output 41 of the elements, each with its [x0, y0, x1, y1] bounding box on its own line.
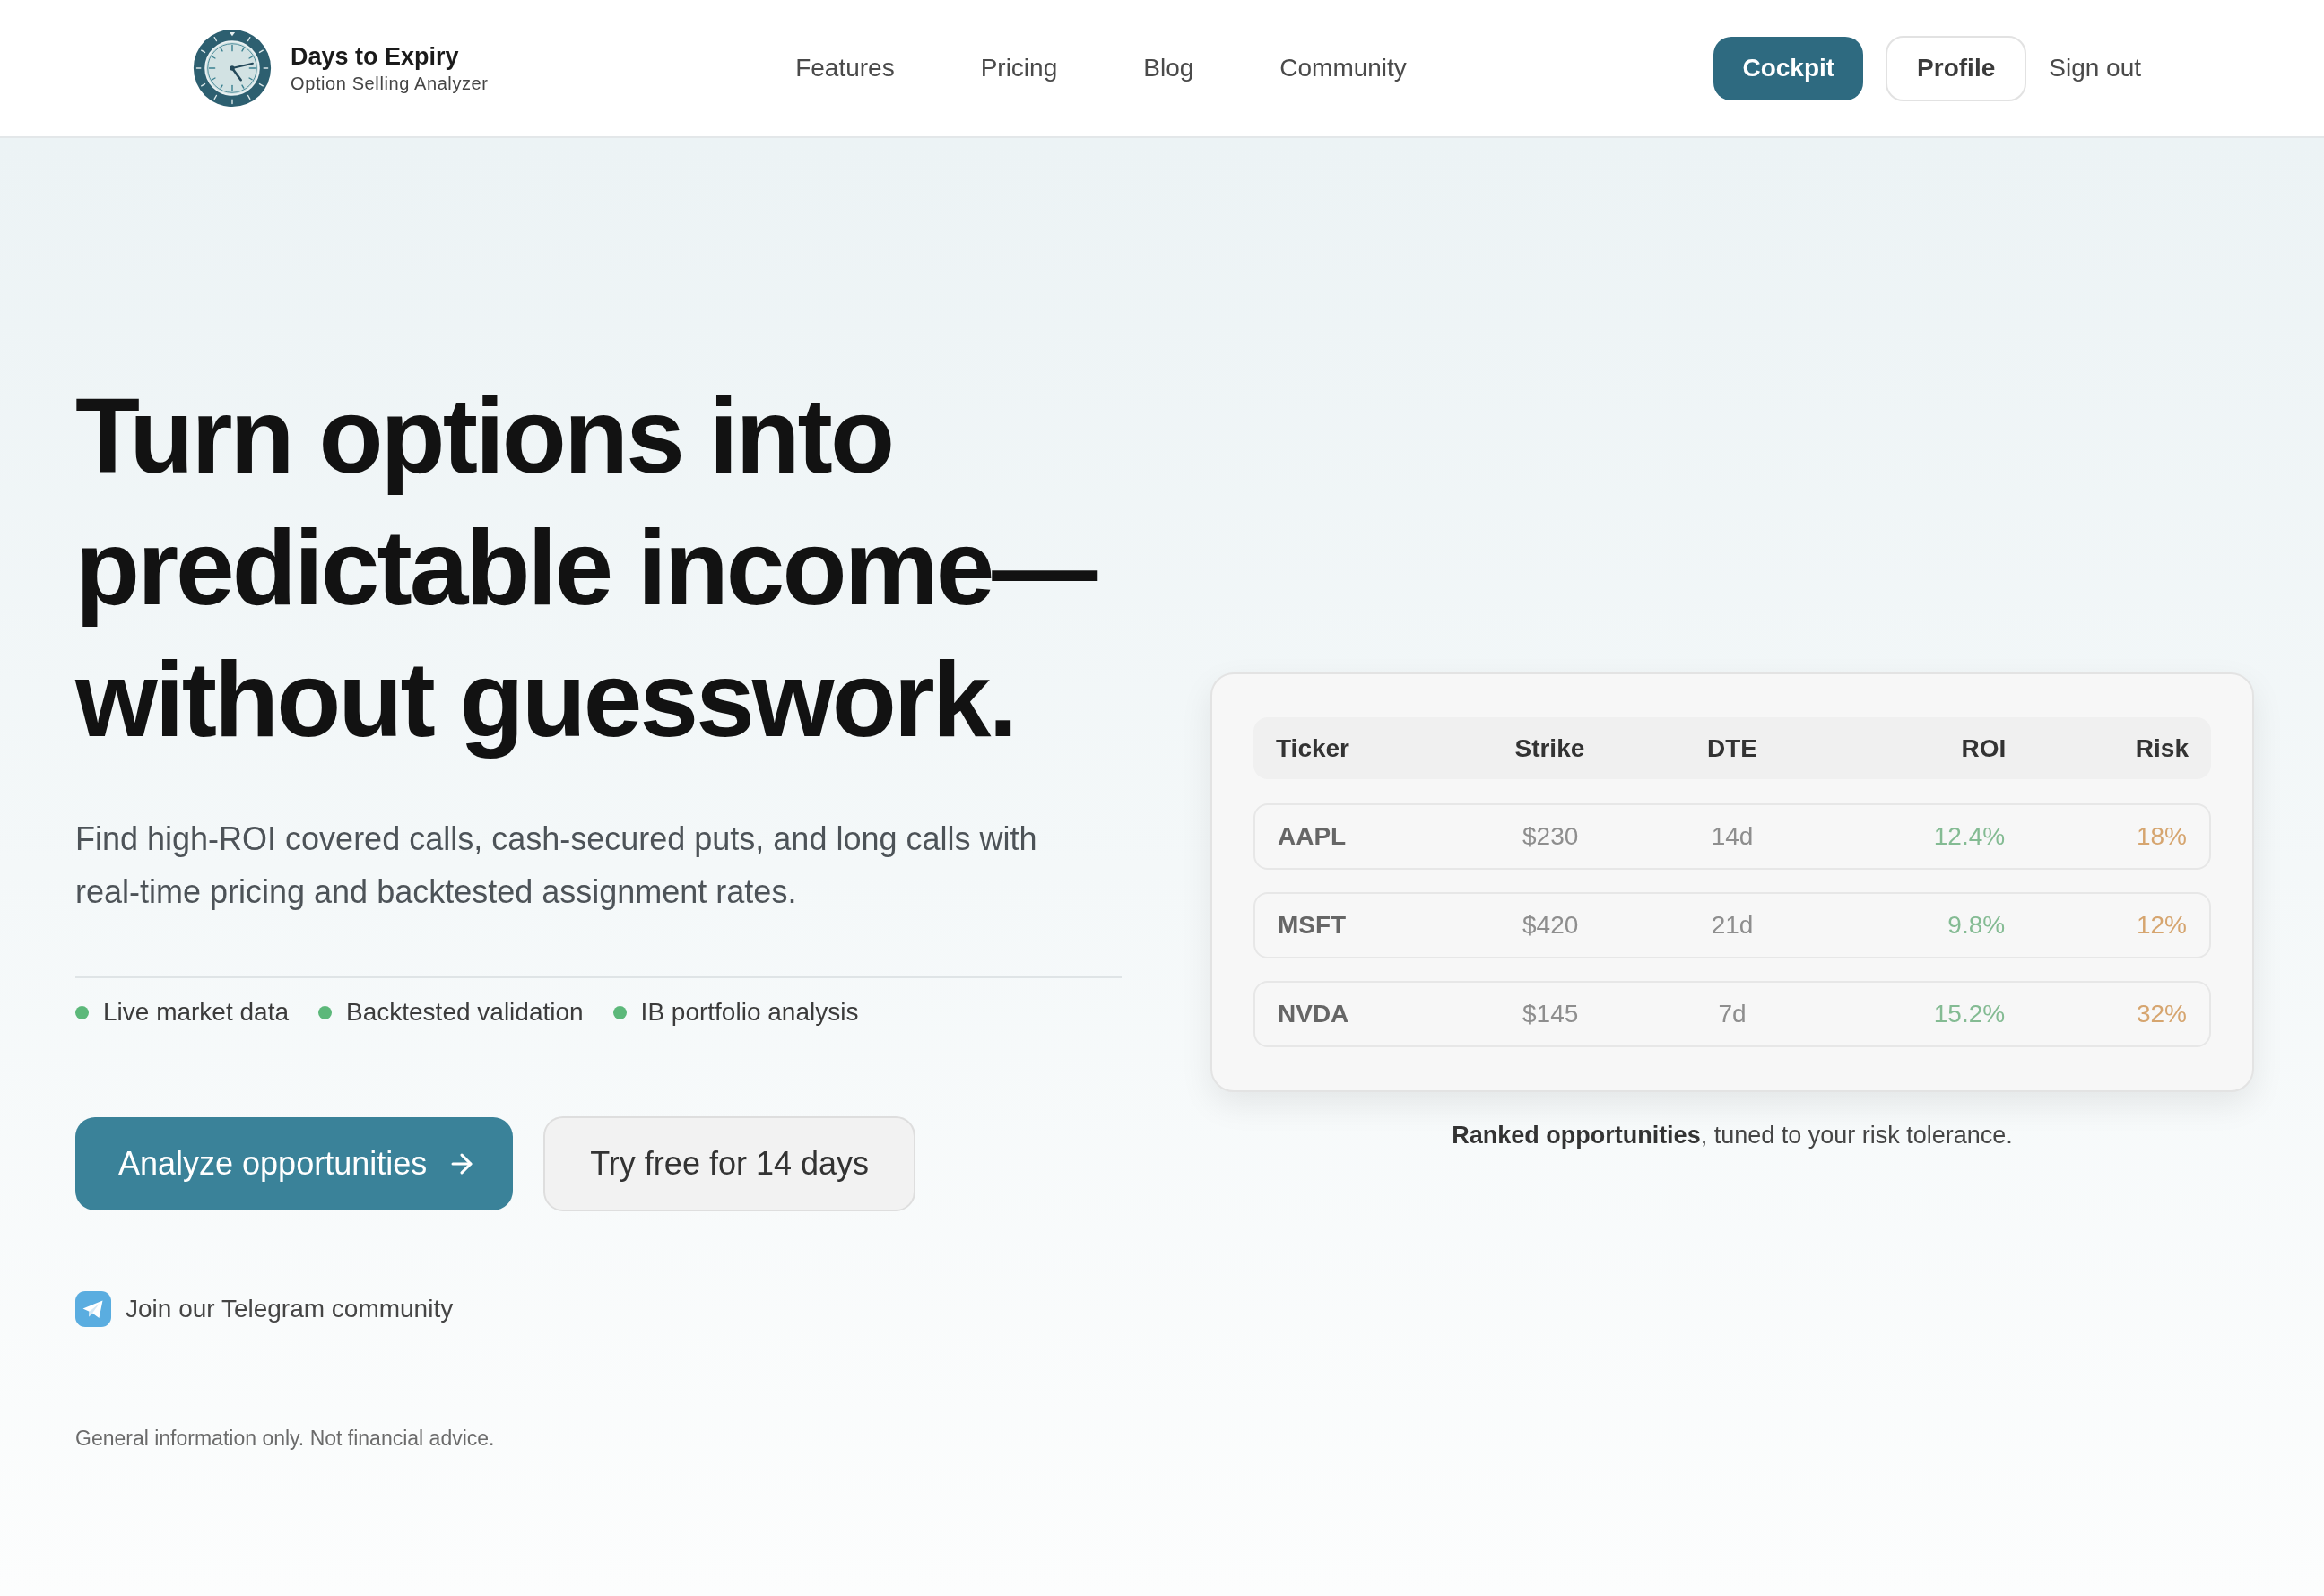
table-cell-text: 18% [2136, 821, 2187, 852]
column-header: DTE [1707, 733, 1757, 764]
table-cell-text: 14d [1711, 821, 1754, 852]
table-cell-text: 7d [1718, 999, 1747, 1029]
brand-name: Days to Expiry [290, 42, 460, 72]
table-cell-text: NVDA [1278, 999, 1349, 1029]
sign-out-link[interactable]: Sign out [2049, 36, 2141, 100]
profile-button[interactable]: Profile [1886, 35, 2027, 101]
feature-label: Live market data [103, 997, 289, 1028]
nav-link[interactable]: Community [1279, 52, 1407, 84]
cockpit-button[interactable]: Cockpit [1713, 36, 1864, 100]
table-cell-text: AAPL [1278, 821, 1347, 852]
column-header: ROI [1961, 733, 2007, 764]
brand-tagline: Option Selling Analyzer [290, 73, 489, 95]
feature-label: IB portfolio analysis [640, 997, 859, 1028]
analyze-button[interactable]: Analyze opportunities [75, 1117, 514, 1210]
clock-logo-icon [193, 29, 272, 108]
paper-plane-icon [75, 1291, 111, 1327]
hero-headline: Turn options into predictable income— without guesswork. [75, 376, 1097, 760]
disclaimer-text: General information only. Not financial advice. [75, 1426, 495, 1452]
nav-link[interactable]: Pricing [980, 52, 1058, 84]
column-header: Strike [1514, 733, 1585, 764]
table-cell-text: $420 [1522, 910, 1579, 941]
hero-description: Find high-ROI covered calls, cash-secured puts, and long calls with real-time pricing and backtested assignment rates. [75, 820, 1038, 912]
table-cell-text: MSFT [1278, 910, 1347, 941]
free-trial-button[interactable]: Try free for 14 days [543, 1116, 915, 1211]
nav-link[interactable]: Features [795, 52, 895, 84]
table-cell-text: 9.8% [1947, 910, 2006, 941]
telegram-link[interactable]: Join our Telegram community [75, 1291, 454, 1327]
nav-link[interactable]: Blog [1143, 52, 1194, 84]
table-cell-text: 12.4% [1933, 821, 2006, 852]
table-cell-text: 21d [1711, 910, 1754, 941]
table-cell-text: 32% [2136, 999, 2187, 1029]
column-header: Ticker [1276, 733, 1349, 764]
feature-label: Backtested validation [346, 997, 584, 1028]
table-cell-text: 12% [2136, 910, 2187, 941]
table-cell-text: 15.2% [1933, 999, 2006, 1029]
column-header: Risk [2135, 733, 2189, 764]
table-cell-text: $145 [1522, 999, 1579, 1029]
table-caption: Ranked opportunities, tuned to your risk tolerance. [1452, 1121, 2013, 1150]
table-cell-text: $230 [1522, 821, 1579, 852]
